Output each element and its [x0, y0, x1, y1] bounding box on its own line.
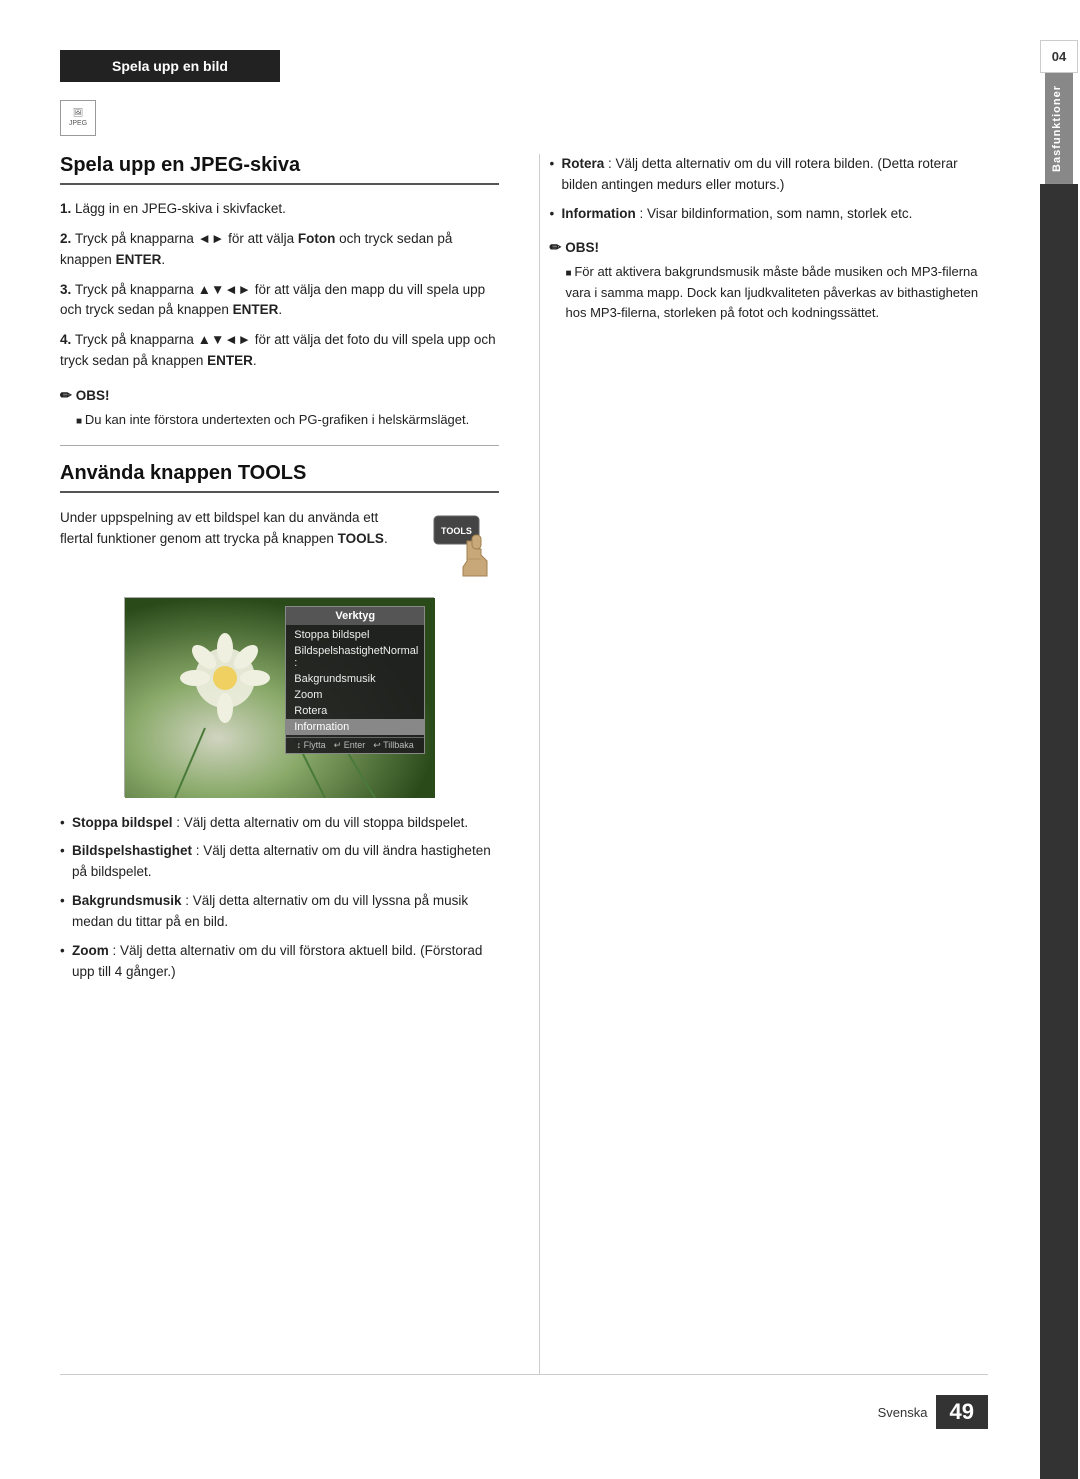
two-col-layout: Spela upp en JPEG-skiva 1. Lägg in en JP…	[60, 154, 988, 1374]
menu-items-list: Stoppa bildspel Bildspelshastighet : Nor…	[286, 625, 424, 737]
page-footer: Svenska 49	[60, 1374, 988, 1429]
bullet-stoppa: Stoppa bildspel : Välj detta alternativ …	[60, 813, 499, 834]
steps-list: 1. Lägg in en JPEG-skiva i skivfacket. 2…	[60, 199, 499, 371]
obs-section-right: ✏ OBS! För att aktivera bakgrundsmusik m…	[550, 239, 989, 324]
step-3: 3. Tryck på knapparna ▲▼◄► för att välja…	[60, 280, 499, 321]
chapter-number: 04	[1040, 40, 1078, 73]
section1-title: Spela upp en JPEG-skiva	[60, 154, 499, 185]
section2-title: Använda knappen TOOLS	[60, 462, 499, 493]
step-2: 2. Tryck på knapparna ◄► för att välja F…	[60, 229, 499, 270]
obs-item-right-1: För att aktivera bakgrundsmusik måste bå…	[566, 262, 989, 324]
bullet-rotera: Rotera : Välj detta alternativ om du vil…	[550, 154, 989, 196]
left-column: Spela upp en JPEG-skiva 1. Lägg in en JP…	[60, 154, 509, 1374]
divider	[60, 445, 499, 446]
chapter-label: Basfunktioner	[1045, 73, 1073, 184]
right-column: Rotera : Välj detta alternativ om du vil…	[539, 154, 989, 1374]
tools-section: Använda knappen TOOLS Under uppspelning …	[60, 462, 499, 983]
step-4: 4. Tryck på knapparna ▲▼◄► för att välja…	[60, 330, 499, 371]
step-1: 1. Lägg in en JPEG-skiva i skivfacket.	[60, 199, 499, 219]
menu-item-information[interactable]: Information	[286, 719, 424, 735]
menu-item-zoom[interactable]: Zoom	[286, 687, 424, 703]
menu-item-stoppa[interactable]: Stoppa bildspel	[286, 627, 424, 643]
main-content: Spela upp en bild 🖼JPEG Spela upp en JPE…	[0, 0, 1038, 1479]
obs-section-1: ✏ OBS! Du kan inte förstora undertexten …	[60, 387, 499, 431]
bullet-bakgrundsmusik: Bakgrundsmusik : Välj detta alternativ o…	[60, 891, 499, 933]
svg-text:TOOLS: TOOLS	[441, 526, 472, 536]
bullet-zoom: Zoom : Välj detta alternativ om du vill …	[60, 941, 499, 983]
menu-title: Verktyg	[286, 607, 424, 625]
pencil-icon: ✏	[60, 387, 72, 404]
obs-item-1: Du kan inte förstora undertexten och PG-…	[76, 410, 499, 431]
right-bullet-list: Rotera : Välj detta alternativ om du vil…	[550, 154, 989, 225]
pencil-icon-right: ✏	[550, 239, 562, 256]
right-sidebar: 04 Basfunktioner	[1038, 0, 1080, 1479]
footer-page-number: 49	[936, 1395, 988, 1429]
menu-footer: ↕ Flytta ↵ Enter ↩ Tillbaka	[286, 737, 424, 753]
page-container: Spela upp en bild 🖼JPEG Spela upp en JPE…	[0, 0, 1080, 1479]
sidebar-black-block	[1040, 184, 1078, 1479]
menu-item-bakgrundsmusik[interactable]: Bakgrundsmusik	[286, 671, 424, 687]
jpeg-icon: 🖼JPEG	[60, 100, 96, 136]
tools-bullet-list: Stoppa bildspel : Välj detta alternativ …	[60, 813, 499, 983]
tools-intro-text: Under uppspelning av ett bildspel kan du…	[60, 507, 409, 550]
footer-language: Svenska	[878, 1405, 928, 1420]
bullet-hastighet: Bildspelshastighet : Välj detta alternat…	[60, 841, 499, 883]
menu-item-rotera[interactable]: Rotera	[286, 703, 424, 719]
menu-screenshot-container: Verktyg Stoppa bildspel Bildspelshastigh…	[124, 597, 434, 797]
menu-screenshot: Verktyg Stoppa bildspel Bildspelshastigh…	[124, 597, 434, 797]
tools-menu-overlay: Verktyg Stoppa bildspel Bildspelshastigh…	[285, 606, 425, 754]
tools-intro: Under uppspelning av ett bildspel kan du…	[60, 507, 499, 581]
bullet-information: Information : Visar bildinformation, som…	[550, 204, 989, 225]
tools-button-illustration: TOOLS	[429, 511, 499, 581]
menu-item-hastighet[interactable]: Bildspelshastighet : Normal	[286, 643, 424, 671]
header-box-title: Spela upp en bild	[60, 50, 280, 82]
